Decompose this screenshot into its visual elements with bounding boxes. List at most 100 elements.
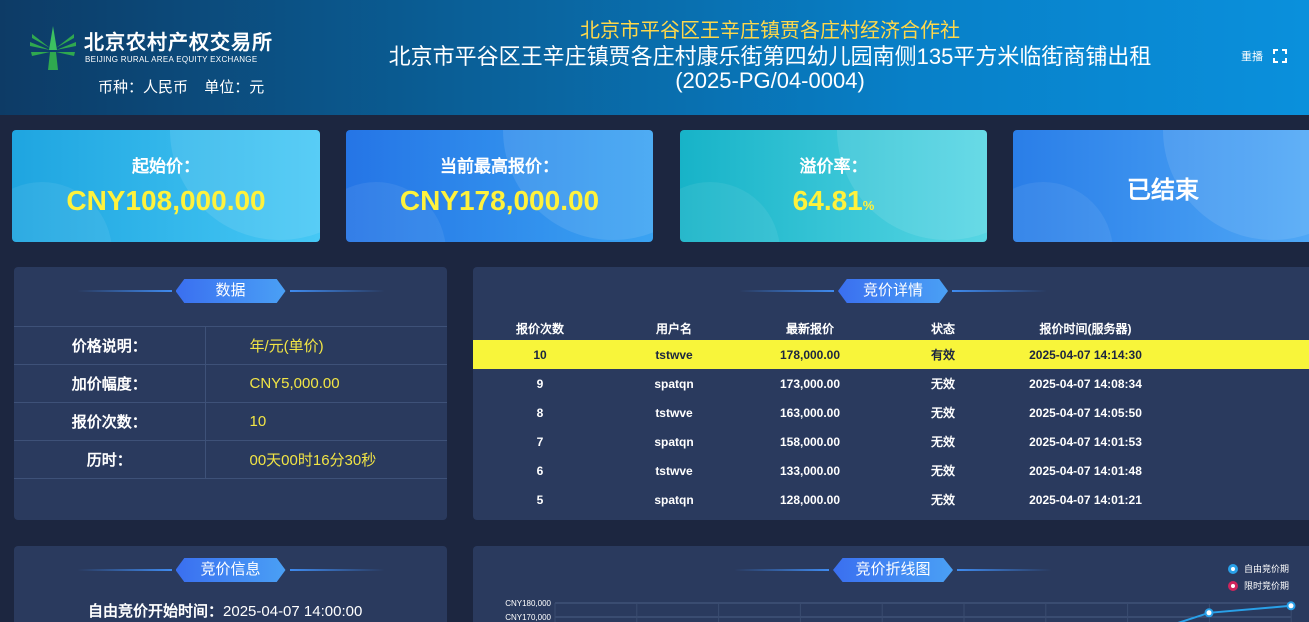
cell-user: spatqn xyxy=(654,376,694,391)
header-center: 北京市平谷区王辛庄镇贾各庄村经济合作社 北京市平谷区王辛庄镇贾各庄村康乐街第四幼… xyxy=(350,0,1190,115)
data-panel-title: 数据 xyxy=(76,279,385,303)
column-header-time: 报价时间(服务器) xyxy=(1039,321,1132,336)
legend-item-limited[interactable]: 限时竞价期 xyxy=(1227,579,1289,592)
cell-user: spatqn xyxy=(654,492,694,507)
cell-status: 无效 xyxy=(930,464,955,478)
data-row-label: 报价次数： xyxy=(14,402,206,441)
cell-time: 2025-04-07 14:01:53 xyxy=(1029,434,1142,449)
bid-chart-title-text: 竞价折线图 xyxy=(833,558,953,582)
fullscreen-icon[interactable] xyxy=(1273,49,1287,63)
start-price-value: CNY108,000.00 xyxy=(66,185,266,216)
column-header-status: 状态 xyxy=(930,321,955,336)
cell-status: 有效 xyxy=(879,340,1007,369)
cell-price: 133,000.00 xyxy=(779,463,841,478)
data-table: 价格说明： 年/元(单价) 加价幅度： CNY5,000.00 报价次数： 10… xyxy=(14,326,447,479)
data-point xyxy=(1286,601,1296,611)
bid-info-title-text: 竞价信息 xyxy=(175,558,286,582)
highest-bid-value: CNY178,000.00 xyxy=(399,185,600,216)
replay-button[interactable]: 重播 xyxy=(1241,48,1263,64)
currency-unit: 币种：人民币 单位：元 xyxy=(98,76,276,97)
table-row: 5 spatqn 128,000.00 无效 2025-04-07 14:01:… xyxy=(473,485,1309,514)
column-header-user: 用户名 xyxy=(655,321,692,336)
bid-info-panel: 竞价信息 自由竞价开始时间：2025-04-07 14:00:00 xyxy=(14,546,447,622)
cell-status: 无效 xyxy=(930,435,955,449)
cell-count: 7 xyxy=(536,434,544,449)
cell-count: 6 xyxy=(536,463,544,478)
y-tick-label: CNY170,000 xyxy=(505,613,551,622)
cell-user: tstwve xyxy=(607,340,741,369)
cell-price: 163,000.00 xyxy=(779,405,841,420)
logo-text: 北京农村产权交易所 xyxy=(84,32,273,54)
logo: 北京农村产权交易所 BEIJING RURAL AREA EQUITY EXCH… xyxy=(28,22,288,74)
currency-label: 币种：人民币 xyxy=(98,79,189,96)
legend-dot-icon xyxy=(1227,563,1238,574)
data-row-label: 历时： xyxy=(14,440,206,479)
top-buttons: 重播 xyxy=(1241,48,1287,64)
cell-time: 2025-04-07 14:14:30 xyxy=(1007,340,1164,369)
cell-time: 2025-04-07 14:01:48 xyxy=(1029,463,1142,478)
data-row-value: 年/元(单价) xyxy=(205,326,447,365)
data-row: 报价次数： 10 xyxy=(14,402,447,441)
cell-price: 158,000.00 xyxy=(779,434,841,449)
cell-count: 8 xyxy=(536,405,544,420)
free-bid-start-time: 自由竞价开始时间：2025-04-07 14:00:00 xyxy=(88,600,362,621)
premium-rate-unit: % xyxy=(862,198,875,213)
free-bid-start-value: 2025-04-07 14:00:00 xyxy=(223,603,363,620)
premium-rate-number: 64.81 xyxy=(792,185,863,216)
bid-detail-panel: 竞价详情 报价次数 用户名 最新报价 状态 报价时间(服务器) 10 tstwv… xyxy=(473,267,1309,520)
unit-label: 单位：元 xyxy=(204,79,265,96)
data-row-label: 价格说明： xyxy=(14,326,206,365)
bid-chart-panel: CNY180,000 CNY170,000 竞价折线图 自由竞价期 限时竞价期 xyxy=(473,546,1309,622)
premium-rate-card: 溢价率： 64.81% xyxy=(680,130,987,242)
project-code: (2025-PG/04-0004) xyxy=(675,68,865,93)
chart-legend: 自由竞价期 限时竞价期 xyxy=(1227,562,1289,596)
bid-detail-title-text: 竞价详情 xyxy=(838,279,948,303)
data-point xyxy=(1204,608,1214,618)
organization-name: 北京市平谷区王辛庄镇贾各庄村经济合作社 xyxy=(580,20,960,42)
cell-status: 无效 xyxy=(930,493,955,507)
logo-mark-icon xyxy=(30,26,76,70)
series-line xyxy=(1177,604,1292,622)
data-row-value: 10 xyxy=(205,402,447,441)
premium-rate-value: 64.81% xyxy=(680,185,987,217)
cell-status: 无效 xyxy=(930,406,955,420)
cell-user: spatqn xyxy=(654,434,694,449)
data-row-label: 加价幅度： xyxy=(14,364,206,403)
cell-count: 9 xyxy=(536,376,544,391)
column-header-price: 最新报价 xyxy=(785,321,834,336)
cell-price: 178,000.00 xyxy=(741,340,879,369)
auction-status: 已结束 xyxy=(1127,177,1199,204)
bid-info-title: 竞价信息 xyxy=(76,558,385,582)
cell-time: 2025-04-07 14:01:21 xyxy=(1029,492,1142,507)
legend-label: 限时竞价期 xyxy=(1243,581,1289,591)
header-bar: 北京农村产权交易所 BEIJING RURAL AREA EQUITY EXCH… xyxy=(0,0,1309,115)
data-row: 加价幅度： CNY5,000.00 xyxy=(14,364,447,403)
table-row: 9 spatqn 173,000.00 无效 2025-04-07 14:08:… xyxy=(473,369,1309,398)
cell-time: 2025-04-07 14:05:50 xyxy=(1029,405,1142,420)
cell-price: 173,000.00 xyxy=(779,376,841,391)
cell-count: 10 xyxy=(473,340,607,369)
data-row: 价格说明： 年/元(单价) xyxy=(14,326,447,365)
table-row: 10 tstwve 178,000.00 有效 2025-04-07 14:14… xyxy=(473,340,1309,369)
legend-item-free[interactable]: 自由竞价期 xyxy=(1227,562,1289,575)
cell-time: 2025-04-07 14:08:34 xyxy=(1029,376,1142,391)
free-bid-start-label: 自由竞价开始时间： xyxy=(88,603,224,620)
bid-detail-title: 竞价详情 xyxy=(739,279,1047,303)
table-row: 8 tstwve 163,000.00 无效 2025-04-07 14:05:… xyxy=(473,398,1309,427)
table-row: 6 tstwve 133,000.00 无效 2025-04-07 14:01:… xyxy=(473,456,1309,485)
highest-bid-label: 当前最高报价： xyxy=(440,157,559,176)
cell-user: tstwve xyxy=(655,405,693,420)
start-price-label: 起始价： xyxy=(132,157,200,176)
legend-label: 自由竞价期 xyxy=(1243,564,1289,574)
data-row-value: 00天00时16分30秒 xyxy=(205,440,447,479)
data-panel: 数据 价格说明： 年/元(单价) 加价幅度： CNY5,000.00 报价次数：… xyxy=(14,267,447,520)
highest-bid-card: 当前最高报价： CNY178,000.00 xyxy=(346,130,653,242)
data-row: 历时： 00天00时16分30秒 xyxy=(14,440,447,479)
legend-dot-icon xyxy=(1227,580,1238,591)
bid-chart-title: 竞价折线图 xyxy=(734,558,1052,582)
cell-count: 5 xyxy=(536,492,544,507)
premium-rate-label: 溢价率： xyxy=(799,157,868,176)
bid-table: 报价次数 用户名 最新报价 状态 报价时间(服务器) 10 tstwve 178… xyxy=(473,316,1309,514)
logo-subtext: BEIJING RURAL AREA EQUITY EXCHANGE xyxy=(85,55,258,64)
data-row-value: CNY5,000.00 xyxy=(205,364,447,403)
